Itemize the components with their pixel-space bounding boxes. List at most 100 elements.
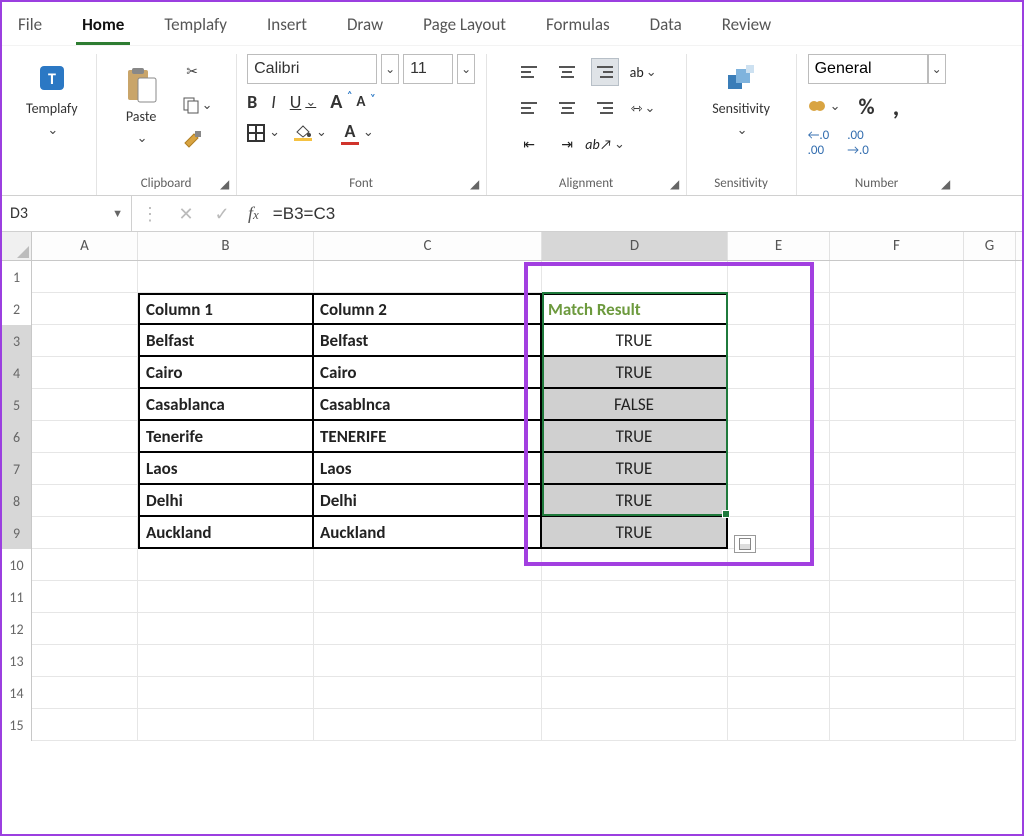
row-header-9[interactable]: 9 [2, 517, 32, 549]
cell-B2[interactable]: Column 1 [138, 293, 314, 325]
menu-page-layout[interactable]: Page Layout [417, 8, 512, 45]
accounting-format-button[interactable] [808, 97, 841, 115]
menu-draw[interactable]: Draw [341, 8, 389, 45]
cell-E15[interactable] [728, 709, 830, 741]
number-launcher[interactable]: ◢ [939, 177, 953, 191]
cell-G3[interactable] [964, 325, 1016, 357]
font-size-input[interactable] [403, 54, 453, 84]
cell-A2[interactable] [32, 293, 138, 325]
cell-G14[interactable] [964, 677, 1016, 709]
cell-D12[interactable] [542, 613, 728, 645]
menu-insert[interactable]: Insert [261, 8, 313, 45]
cell-G12[interactable] [964, 613, 1016, 645]
row-header-11[interactable]: 11 [2, 581, 32, 613]
cell-E7[interactable] [728, 453, 830, 485]
underline-button[interactable]: U [290, 91, 316, 113]
cell-E1[interactable] [728, 261, 830, 293]
cell-B5[interactable]: Casablanca [138, 389, 314, 421]
wrap-text-button[interactable]: ab [629, 58, 657, 86]
cell-C5[interactable]: Casablnca [314, 389, 542, 421]
column-header-G[interactable]: G [964, 232, 1016, 260]
font-launcher[interactable]: ◢ [468, 177, 482, 191]
cell-C7[interactable]: Laos [314, 453, 542, 485]
autofill-options-button[interactable] [734, 535, 756, 553]
cell-A3[interactable] [32, 325, 138, 357]
cell-D2[interactable]: Match Result [542, 293, 728, 325]
align-right-button[interactable] [591, 94, 619, 122]
cell-C15[interactable] [314, 709, 542, 741]
row-header-12[interactable]: 12 [2, 613, 32, 645]
borders-button[interactable] [247, 124, 280, 142]
cell-B9[interactable]: Auckland [138, 517, 314, 549]
cell-C10[interactable] [314, 549, 542, 581]
menu-file[interactable]: File [12, 8, 48, 45]
cell-C14[interactable] [314, 677, 542, 709]
cell-G9[interactable] [964, 517, 1016, 549]
percent-button[interactable]: % [859, 93, 875, 120]
copy-button[interactable] [177, 92, 217, 118]
cell-D3[interactable]: TRUE [542, 325, 728, 357]
cell-A7[interactable] [32, 453, 138, 485]
cell-G1[interactable] [964, 261, 1016, 293]
menu-formulas[interactable]: Formulas [540, 8, 616, 45]
cell-F2[interactable] [830, 293, 964, 325]
cell-B1[interactable] [138, 261, 314, 293]
cell-C2[interactable]: Column 2 [314, 293, 542, 325]
cell-G6[interactable] [964, 421, 1016, 453]
cell-B10[interactable] [138, 549, 314, 581]
menu-review[interactable]: Review [716, 8, 777, 45]
column-header-D[interactable]: D [542, 232, 728, 260]
row-header-2[interactable]: 2 [2, 293, 32, 325]
row-header-10[interactable]: 10 [2, 549, 32, 581]
cell-G11[interactable] [964, 581, 1016, 613]
cell-C4[interactable]: Cairo [314, 357, 542, 389]
row-header-3[interactable]: 3 [2, 325, 32, 357]
cell-F11[interactable] [830, 581, 964, 613]
cell-A9[interactable] [32, 517, 138, 549]
fill-color-button[interactable] [294, 124, 327, 141]
cell-A15[interactable] [32, 709, 138, 741]
cell-D15[interactable] [542, 709, 728, 741]
menu-templafy[interactable]: Templafy [158, 8, 233, 45]
cell-G4[interactable] [964, 357, 1016, 389]
cell-B3[interactable]: Belfast [138, 325, 314, 357]
cell-A13[interactable] [32, 645, 138, 677]
cell-E8[interactable] [728, 485, 830, 517]
cell-C1[interactable] [314, 261, 542, 293]
cell-F7[interactable] [830, 453, 964, 485]
cell-A10[interactable] [32, 549, 138, 581]
row-header-6[interactable]: 6 [2, 421, 32, 453]
paste-button[interactable]: Paste [115, 66, 167, 148]
row-header-14[interactable]: 14 [2, 677, 32, 709]
cell-E11[interactable] [728, 581, 830, 613]
cell-D4[interactable]: TRUE [542, 357, 728, 389]
row-header-5[interactable]: 5 [2, 389, 32, 421]
cell-E2[interactable] [728, 293, 830, 325]
increase-indent-button[interactable]: ⇥ [553, 130, 581, 158]
cell-D11[interactable] [542, 581, 728, 613]
font-size-dropdown[interactable]: ⌄ [457, 54, 475, 84]
format-painter-button[interactable] [177, 126, 207, 152]
number-format-input[interactable] [808, 54, 928, 84]
cut-button[interactable]: ✂ [177, 58, 207, 84]
alignment-launcher[interactable]: ◢ [668, 177, 682, 191]
cell-E12[interactable] [728, 613, 830, 645]
cell-F3[interactable] [830, 325, 964, 357]
cell-G7[interactable] [964, 453, 1016, 485]
select-all-button[interactable] [2, 232, 32, 260]
cell-F1[interactable] [830, 261, 964, 293]
align-top-button[interactable] [515, 58, 543, 86]
align-bottom-button[interactable] [591, 58, 619, 86]
cell-G15[interactable] [964, 709, 1016, 741]
cell-C12[interactable] [314, 613, 542, 645]
formula-input[interactable] [267, 204, 1022, 224]
cell-E3[interactable] [728, 325, 830, 357]
cell-F14[interactable] [830, 677, 964, 709]
row-header-7[interactable]: 7 [2, 453, 32, 485]
cell-F12[interactable] [830, 613, 964, 645]
menu-home[interactable]: Home [76, 8, 130, 45]
cell-G5[interactable] [964, 389, 1016, 421]
cell-B15[interactable] [138, 709, 314, 741]
shrink-font-button[interactable]: A˅ [356, 93, 365, 111]
column-header-F[interactable]: F [830, 232, 964, 260]
